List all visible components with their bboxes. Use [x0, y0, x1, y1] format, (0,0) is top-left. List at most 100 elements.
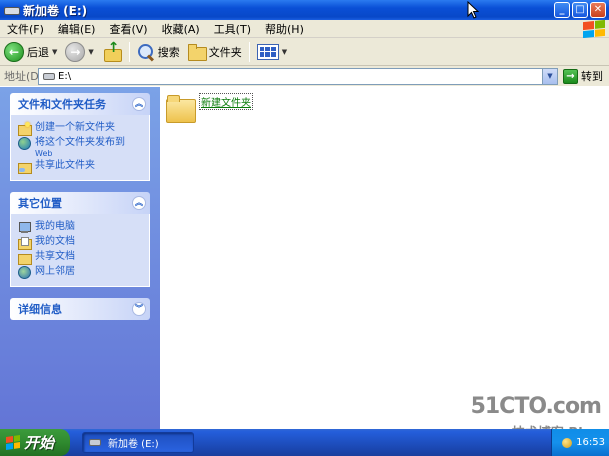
- drive-icon: [4, 5, 20, 15]
- folder-icon: [166, 94, 196, 123]
- task-label: 创建一个新文件夹: [35, 122, 115, 133]
- search-icon: [137, 43, 155, 61]
- watermark-main: 51CTO.com: [470, 394, 602, 419]
- windows-logo-icon: [6, 435, 20, 450]
- file-folder-tasks-panel: 文件和文件夹任务 ︽ 创建一个新文件夹 将这个文件夹发布到 Web 共享此文件夹: [10, 93, 150, 181]
- start-button[interactable]: 开始: [0, 429, 70, 456]
- address-bar: 地址(D) E:\ ▼ → 转到: [0, 66, 609, 86]
- place-my-documents[interactable]: 我的文档: [18, 235, 145, 250]
- folder-name[interactable]: 新建文件夹: [199, 93, 253, 110]
- views-dropdown-icon: ▼: [281, 47, 288, 56]
- menu-help[interactable]: 帮助(H): [258, 21, 311, 37]
- back-dropdown-icon[interactable]: ▼: [52, 48, 57, 56]
- window-title: 新加卷 (E:): [23, 3, 88, 18]
- address-dropdown-icon[interactable]: ▼: [542, 68, 557, 84]
- shared-documents-icon: [18, 251, 32, 265]
- panel-title: 其它位置: [18, 197, 62, 210]
- menu-edit[interactable]: 编辑(E): [51, 21, 103, 37]
- menu-favorites[interactable]: 收藏(A): [155, 21, 207, 37]
- panel-header[interactable]: 文件和文件夹任务 ︽: [10, 93, 150, 115]
- views-button[interactable]: ▼: [253, 40, 291, 64]
- folder-item[interactable]: 新建文件夹: [166, 93, 253, 123]
- panel-header[interactable]: 详细信息 ︾: [10, 298, 150, 320]
- go-button[interactable]: → 转到: [563, 68, 603, 84]
- up-button[interactable]: [98, 40, 126, 64]
- taskbar-window-button[interactable]: 新加卷 (E:): [82, 432, 194, 453]
- new-folder-icon: [18, 122, 32, 136]
- address-value: E:\: [58, 70, 72, 82]
- maximize-icon: □: [575, 4, 585, 15]
- network-places-icon: [18, 266, 31, 279]
- start-label: 开始: [24, 434, 55, 452]
- place-label: 网上邻居: [35, 266, 75, 277]
- forward-arrow-icon: →: [65, 41, 86, 62]
- toolbar-separator: [128, 41, 130, 62]
- address-input[interactable]: E:\ ▼: [38, 67, 558, 85]
- title-bar: 新加卷 (E:) _ □ ✕: [0, 0, 609, 20]
- panel-title: 文件和文件夹任务: [18, 98, 106, 111]
- close-icon: ✕: [593, 4, 603, 15]
- place-network[interactable]: 网上邻居: [18, 265, 145, 279]
- mouse-cursor-icon: [467, 1, 479, 19]
- panel-title: 详细信息: [18, 303, 62, 316]
- minimize-icon: _: [559, 4, 565, 15]
- folders-label: 文件夹: [208, 45, 242, 59]
- address-label: 地址(D): [4, 70, 44, 83]
- search-button[interactable]: 搜索: [133, 40, 184, 64]
- folders-button[interactable]: 文件夹: [184, 40, 246, 64]
- my-documents-icon: [18, 236, 32, 250]
- chevron-up-icon[interactable]: ︽: [132, 97, 146, 111]
- forward-dropdown-icon[interactable]: ▼: [88, 48, 93, 56]
- task-share-folder[interactable]: 共享此文件夹: [18, 159, 145, 174]
- watermark: 51CTO.com 技术博客 Blog: [461, 394, 602, 441]
- folder-up-icon: [102, 40, 122, 62]
- place-my-computer[interactable]: 我的电脑: [18, 220, 145, 234]
- toolbar: ← 后退 ▼ → ▼ 搜索 文件夹 ▼: [0, 38, 609, 66]
- task-publish-web[interactable]: 将这个文件夹发布到 Web: [18, 136, 145, 158]
- menu-view[interactable]: 查看(V): [102, 21, 154, 37]
- file-list-area[interactable]: 新建文件夹: [160, 87, 609, 429]
- task-new-folder[interactable]: 创建一个新文件夹: [18, 121, 145, 136]
- my-computer-icon: [18, 221, 31, 234]
- menu-file[interactable]: 文件(F): [0, 21, 51, 37]
- views-icon: [256, 43, 279, 60]
- go-arrow-icon: →: [563, 68, 578, 84]
- task-pane: 文件和文件夹任务 ︽ 创建一个新文件夹 将这个文件夹发布到 Web 共享此文件夹: [0, 87, 160, 429]
- drive-icon: [43, 72, 55, 80]
- taskbar: 开始 新加卷 (E:) 16:53: [0, 429, 609, 456]
- window-controls: _ □ ✕: [554, 2, 606, 18]
- task-label: 将这个文件夹发布到: [35, 137, 125, 148]
- close-button[interactable]: ✕: [590, 2, 606, 18]
- task-label-group: 将这个文件夹发布到 Web: [35, 136, 125, 158]
- details-panel: 详细信息 ︾: [10, 298, 150, 320]
- place-label: 我的电脑: [35, 221, 75, 232]
- forward-button[interactable]: → ▼: [61, 40, 97, 64]
- back-arrow-icon: ←: [4, 41, 24, 62]
- toolbar-separator: [248, 41, 250, 62]
- web-publish-icon: [18, 137, 31, 150]
- taskbar-window-label: 新加卷 (E:): [108, 439, 159, 450]
- panel-header[interactable]: 其它位置 ︽: [10, 192, 150, 214]
- back-button[interactable]: ← 后退 ▼: [0, 40, 61, 64]
- minimize-button[interactable]: _: [554, 2, 570, 18]
- place-shared-documents[interactable]: 共享文档: [18, 250, 145, 265]
- task-label: 共享此文件夹: [35, 160, 95, 171]
- maximize-button[interactable]: □: [572, 2, 588, 18]
- menu-bar: 文件(F) 编辑(E) 查看(V) 收藏(A) 工具(T) 帮助(H): [0, 19, 609, 39]
- tray-icon[interactable]: [562, 437, 573, 448]
- chevron-down-icon[interactable]: ︾: [132, 302, 146, 316]
- task-sublabel: Web: [35, 149, 53, 158]
- other-places-panel: 其它位置 ︽ 我的电脑 我的文档 共享文档 网上邻居: [10, 192, 150, 287]
- windows-logo-icon: [583, 19, 605, 39]
- drive-icon: [89, 439, 101, 446]
- go-label: 转到: [581, 70, 603, 83]
- menu-tools[interactable]: 工具(T): [207, 21, 258, 37]
- clock[interactable]: 16:53: [576, 437, 605, 448]
- panel-body: 创建一个新文件夹 将这个文件夹发布到 Web 共享此文件夹: [10, 115, 150, 181]
- system-tray: 16:53: [551, 429, 609, 456]
- share-folder-icon: [18, 160, 32, 174]
- search-label: 搜索: [157, 45, 180, 59]
- chevron-up-icon[interactable]: ︽: [132, 196, 146, 210]
- place-label: 我的文档: [35, 236, 75, 247]
- place-label: 共享文档: [35, 251, 75, 262]
